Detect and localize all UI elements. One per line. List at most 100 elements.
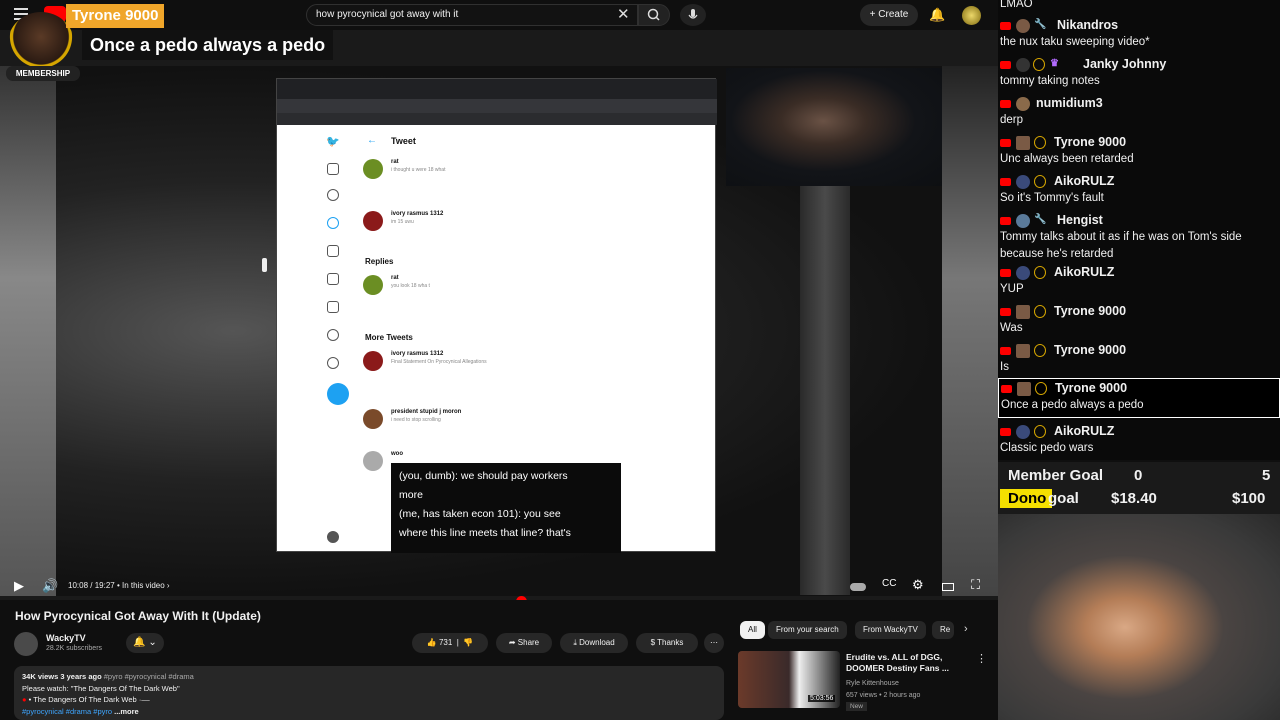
tweet-name: ivory rasmus 1312: [391, 211, 444, 217]
lists-icon: [327, 301, 339, 313]
chat-avatar: [1016, 266, 1030, 280]
account-avatar[interactable]: [962, 6, 981, 25]
kebab-menu-icon[interactable]: ⋮: [976, 652, 987, 665]
theater-mode-icon[interactable]: [942, 583, 954, 591]
subscriber-count: 28.2K subscribers: [46, 645, 103, 652]
upload-age: 3 years ago: [60, 672, 102, 681]
home-icon: [327, 163, 339, 175]
time-total: 19:27: [94, 581, 115, 590]
twitter-bird-icon: 🐦: [326, 136, 340, 148]
share-label: Share: [517, 638, 540, 647]
show-more-link[interactable]: ...more: [114, 707, 139, 716]
chat-message: ♛ Janky Johnny tommy taking notes: [998, 57, 1280, 93]
tweet-avatar: [363, 451, 383, 471]
progress-scrubber[interactable]: [515, 596, 527, 600]
like-button[interactable]: 👍 731: [427, 638, 453, 647]
chip-related[interactable]: Re: [932, 621, 954, 639]
streamer-webcam: [998, 514, 1280, 720]
mic-icon: [688, 9, 698, 19]
replies-heading: Replies: [365, 257, 394, 266]
chat-text: Unc always been retarded: [1000, 153, 1134, 165]
alert-avatar: [8, 12, 74, 74]
chat-message: AikoRULZ So it's Tommy's fault: [998, 174, 1280, 210]
member-badge-icon: [1035, 382, 1047, 395]
wrench-icon: 🔧: [1034, 214, 1047, 225]
alert-username-text: Tyrone 9000: [72, 7, 159, 24]
dono-goal-current: $18.40: [1111, 490, 1157, 507]
time-display: 10:08 / 19:27 • In this video ›: [68, 581, 170, 590]
description-box[interactable]: 34K views 3 years ago #pyro #pyrocynical…: [14, 666, 724, 720]
chevron-down-icon: ⌄: [148, 637, 157, 648]
chat-text: derp: [1000, 114, 1024, 126]
tweet-text: Final Statement On Pyrocynical Allegatio…: [391, 359, 487, 365]
chip-from-channel[interactable]: From WackyTV: [855, 621, 926, 639]
chat-text: Classic pedo wars: [1000, 442, 1094, 454]
member-goal-row: Member Goal 0 5: [998, 464, 1280, 488]
search-button[interactable]: [638, 4, 670, 26]
share-button[interactable]: ➦ Share: [496, 633, 552, 653]
chat-text: YUP: [1000, 283, 1024, 295]
recommendation-title[interactable]: Erudite vs. ALL of DGG, DOOMER Destiny F…: [846, 652, 976, 674]
description-link[interactable]: The Dangers Of The Dark Web: [33, 695, 137, 704]
more-icon: [327, 357, 339, 369]
thanks-button[interactable]: $ Thanks: [636, 633, 698, 653]
live-chat: LMAO 🔧 Nikandros the nux taku sweeping v…: [998, 0, 1280, 460]
video-title: How Pyrocynical Got Away With It (Update…: [15, 609, 261, 623]
youtube-icon: [1000, 178, 1011, 186]
chat-message: Tyrone 9000 Unc always been retarded: [998, 135, 1280, 171]
chat-avatar: [1016, 425, 1030, 439]
play-icon[interactable]: ▶: [14, 578, 24, 594]
member-badge-icon: [1034, 344, 1046, 357]
channel-avatar[interactable]: [14, 632, 38, 656]
fullscreen-icon[interactable]: ⛶: [971, 577, 980, 593]
tweet-name: ivory rasmus 1312: [391, 351, 444, 357]
caption-line: where this line meets that line? that's: [399, 527, 571, 539]
autoplay-toggle[interactable]: [850, 583, 866, 591]
chat-text: LMAO: [1000, 0, 1033, 10]
voice-search-button[interactable]: [680, 4, 706, 26]
video-player[interactable]: 🐦 ← Tweet rat i thought u were 18 what i…: [0, 30, 998, 600]
chat-username: Tyrone 9000: [1055, 381, 1128, 395]
chat-text: the nux taku sweeping video*: [1000, 36, 1150, 48]
tweet-avatar: [363, 409, 383, 429]
clear-search-icon[interactable]: ✕: [617, 5, 630, 23]
notifications-icon[interactable]: 🔔: [929, 7, 945, 23]
youtube-icon: [1000, 308, 1011, 316]
more-actions-button[interactable]: ⋯: [704, 633, 724, 653]
goals-panel: Member Goal 0 5 Dono goal $18.40 $100: [998, 462, 1280, 514]
chat-username: Nikandros: [1057, 18, 1119, 32]
description-tags-bottom[interactable]: #pyrocynical #drama #pyro: [22, 707, 112, 716]
chip-all[interactable]: All: [740, 621, 765, 639]
chat-text: So it's Tommy's fault: [1000, 192, 1104, 204]
tweet-avatar: [363, 211, 383, 231]
volume-icon[interactable]: 🔊: [42, 578, 58, 594]
youtube-icon: [1000, 269, 1011, 277]
chat-avatar: [1016, 305, 1030, 319]
browser-tabs: [277, 79, 717, 99]
youtube-icon: [1000, 347, 1011, 355]
dono-goal-target: $100: [1232, 490, 1266, 507]
tweet-name: rat: [391, 159, 399, 165]
chat-username: Tyrone 9000: [1054, 343, 1127, 357]
user-avatar-icon: [327, 531, 339, 543]
chat-username: Tyrone 9000: [1054, 135, 1127, 149]
settings-icon[interactable]: ⚙: [912, 577, 924, 593]
recommendation-duration: 5:03:56: [808, 695, 836, 702]
create-button[interactable]: + Create: [860, 4, 918, 26]
chevron-right-icon[interactable]: ›: [964, 623, 968, 635]
chip-from-search[interactable]: From your search: [768, 621, 847, 639]
description-tags-top[interactable]: #pyro #pyrocynical #drama: [104, 672, 194, 681]
chapter-label[interactable]: In this video: [122, 581, 165, 590]
dislike-button[interactable]: 👎: [463, 638, 473, 647]
chat-message: Tyrone 9000 Is: [998, 343, 1280, 379]
tweet-name: rat: [391, 275, 399, 281]
captions-icon[interactable]: CC: [882, 578, 896, 589]
channel-name[interactable]: WackyTV: [46, 633, 86, 643]
chat-text: Once a pedo always a pedo: [1001, 399, 1144, 411]
subscribe-bell-button[interactable]: 🔔 ⌄: [126, 633, 164, 653]
download-button[interactable]: ⤓ Download: [560, 633, 628, 653]
chat-username: Tyrone 9000: [1054, 304, 1127, 318]
messages-icon: [327, 245, 339, 257]
member-goal-target: 5: [1262, 467, 1271, 484]
like-count: 731: [438, 638, 453, 647]
